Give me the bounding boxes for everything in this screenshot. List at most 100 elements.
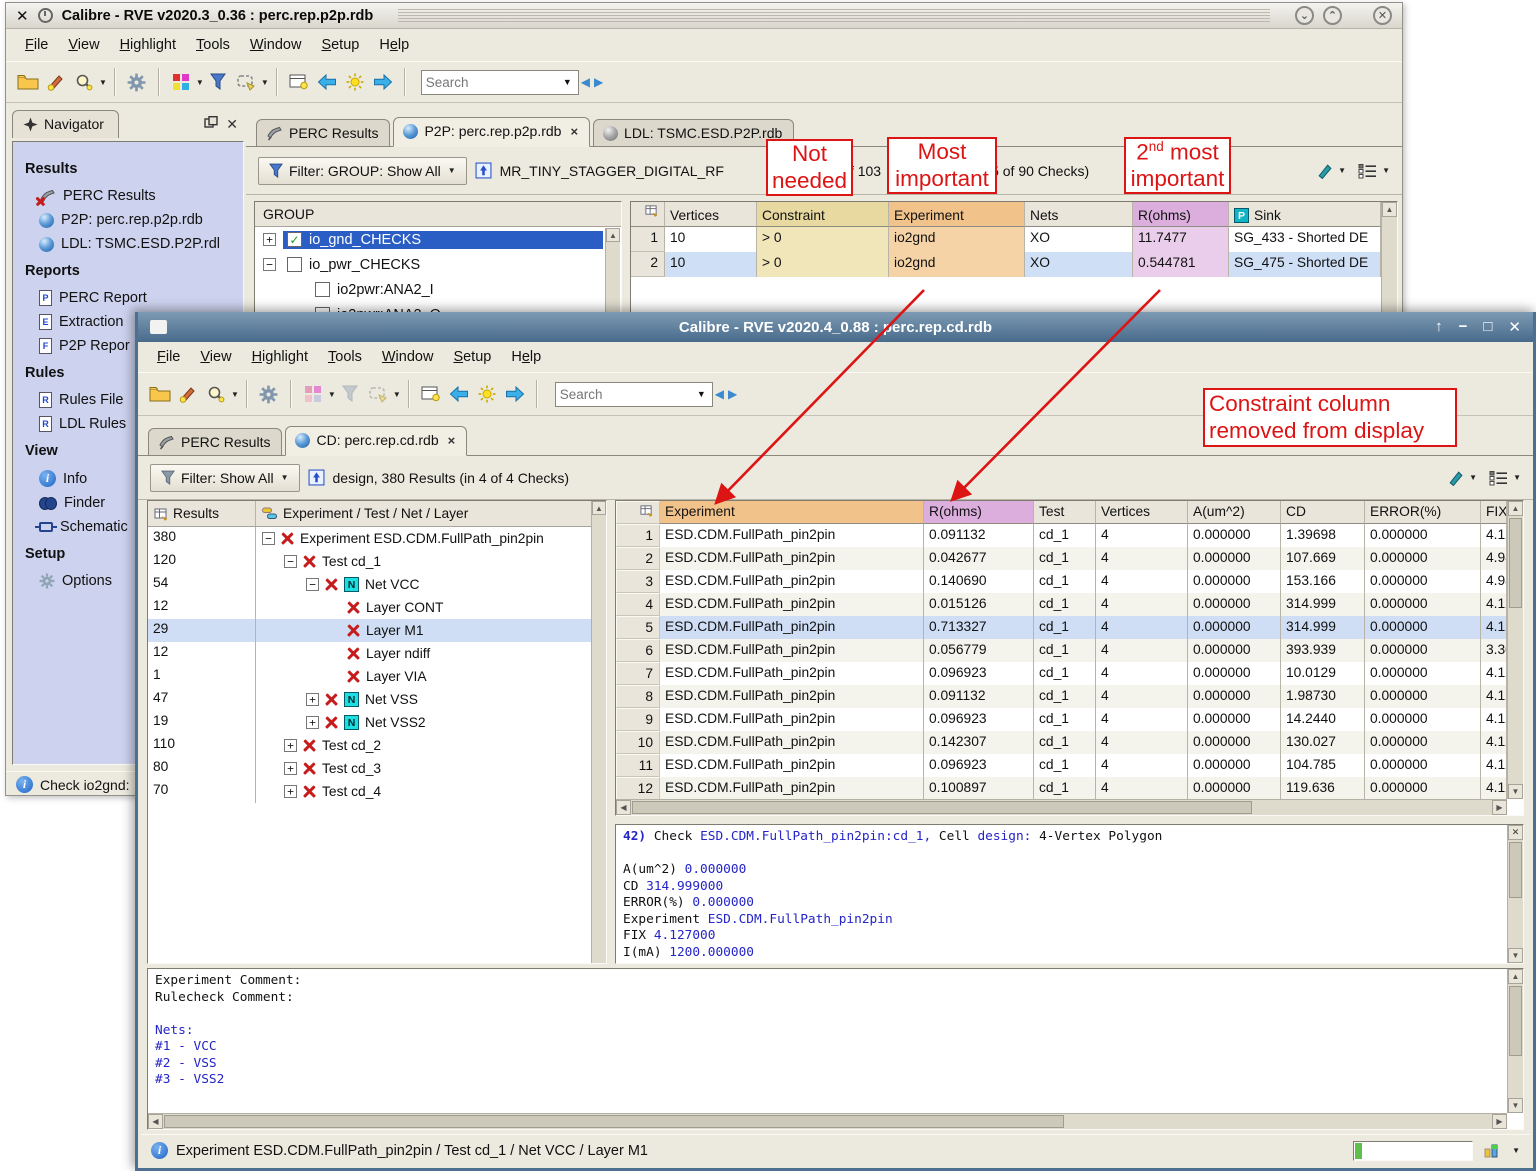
nav-item-p2p-perc-rep-p2p-rdb[interactable]: P2P: perc.rep.p2p.rdb xyxy=(23,208,239,232)
tree-row-layer-m1[interactable]: 29Layer M1 xyxy=(148,619,606,642)
group-row-io-pwr-checks[interactable]: −io_pwr_CHECKS xyxy=(255,252,621,277)
view-options-icon[interactable] xyxy=(1489,470,1508,486)
fg-table-row[interactable]: 12ESD.CDM.FullPath_pin2pin0.100897cd_140… xyxy=(616,777,1507,799)
navigator-tab[interactable]: Navigator xyxy=(12,110,119,138)
fg-table-row[interactable]: 4ESD.CDM.FullPath_pin2pin0.015126cd_140.… xyxy=(616,593,1507,616)
bg-col-vertices[interactable]: Vertices xyxy=(665,202,757,227)
nav-item-ldl-tsmc-esd-p2p-rdl[interactable]: LDL: TSMC.ESD.P2P.rdl xyxy=(23,232,239,256)
open-button[interactable] xyxy=(14,68,42,96)
detail-close-icon[interactable]: ✕ xyxy=(1508,825,1523,840)
zoom-button[interactable] xyxy=(202,380,230,408)
highlight-dropdown-icon[interactable]: ▼ xyxy=(1469,473,1477,482)
window-menu-icon[interactable] xyxy=(150,320,167,334)
expander-icon[interactable]: + xyxy=(284,762,297,775)
tree-row-experiment-esd-cdm-fullpath-pin2pin[interactable]: 380−Experiment ESD.CDM.FullPath_pin2pin xyxy=(148,527,606,550)
next-result-button[interactable] xyxy=(501,380,529,408)
fg-table-row[interactable]: 6ESD.CDM.FullPath_pin2pin0.056779cd_140.… xyxy=(616,639,1507,662)
highlight-button[interactable] xyxy=(42,68,70,96)
palette-dropdown-icon[interactable]: ▼ xyxy=(196,78,204,87)
expander-icon[interactable]: + xyxy=(263,233,276,246)
menu-file[interactable]: File xyxy=(16,34,57,56)
detail-scrollbar[interactable]: ✕ ▼ xyxy=(1507,825,1523,963)
filter-tool-button[interactable] xyxy=(336,380,364,408)
close-button[interactable]: ✕ xyxy=(1373,6,1392,25)
tree-row-test-cd-1[interactable]: 120−Test cd_1 xyxy=(148,550,606,573)
bg-titlebar[interactable]: ✕ Calibre - RVE v2020.3_0.36 : perc.rep.… xyxy=(6,3,1402,29)
menu-help[interactable]: Help xyxy=(370,34,418,56)
menu-window[interactable]: Window xyxy=(373,346,443,368)
fg-table-row[interactable]: 11ESD.CDM.FullPath_pin2pin0.096923cd_140… xyxy=(616,754,1507,777)
prev-result-button[interactable] xyxy=(445,380,473,408)
group-column-header[interactable]: GROUP xyxy=(255,202,621,227)
highlight-button[interactable] xyxy=(174,380,202,408)
options-button[interactable] xyxy=(255,380,283,408)
tree-row-net-vcc[interactable]: 54−NNet VCC xyxy=(148,573,606,596)
bg-col-sink[interactable]: PSink xyxy=(1229,202,1381,227)
shade-down-button[interactable]: ⌄ xyxy=(1295,6,1314,25)
highlight-dropdown-icon[interactable]: ▼ xyxy=(1338,166,1346,175)
fg-table-row[interactable]: 5ESD.CDM.FullPath_pin2pin0.713327cd_140.… xyxy=(616,616,1507,639)
palette-dropdown-icon[interactable]: ▼ xyxy=(328,390,336,399)
tree-results-header[interactable]: Results xyxy=(148,501,256,526)
fg-col-vertices[interactable]: Vertices xyxy=(1096,501,1188,524)
bg-search-input[interactable] xyxy=(426,75,561,90)
prev-result-button[interactable] xyxy=(313,68,341,96)
menu-highlight[interactable]: Highlight xyxy=(243,346,317,368)
highlight-results-icon[interactable] xyxy=(1316,162,1333,179)
close-button[interactable]: ✕ xyxy=(1508,318,1521,336)
lasso-select-button[interactable] xyxy=(232,68,260,96)
tree-row-layer-cont[interactable]: 12Layer CONT xyxy=(148,596,606,619)
comment-hscrollbar[interactable]: ◀ ▶ xyxy=(148,1113,1507,1129)
checkbox[interactable] xyxy=(287,257,302,272)
shade-up-button[interactable]: ⌃ xyxy=(1323,6,1342,25)
bg-col-experiment[interactable]: Experiment xyxy=(889,202,1025,227)
view-dropdown-icon[interactable]: ▼ xyxy=(1513,473,1521,482)
show-window-button[interactable] xyxy=(417,380,445,408)
expander-icon[interactable]: − xyxy=(306,578,319,591)
tree-row-test-cd-2[interactable]: 110+Test cd_2 xyxy=(148,734,606,757)
tab-p2p-perc-rep-p2p-rdb[interactable]: P2P: perc.rep.p2p.rdb× xyxy=(393,117,590,147)
zoom-dropdown-icon[interactable]: ▼ xyxy=(99,78,107,87)
search-prev-icon[interactable]: ◀ xyxy=(713,387,726,401)
tree-row-test-cd-4[interactable]: 70+Test cd_4 xyxy=(148,780,606,803)
tab-perc-results[interactable]: PERC Results xyxy=(256,119,390,146)
checkbox[interactable] xyxy=(315,282,330,297)
bg-table-row[interactable]: 110> 0io2gndXO11.7477SG_433 - Shorted DE xyxy=(631,227,1381,252)
fg-col-a-um-2[interactable]: A(um^2) xyxy=(1188,501,1281,524)
show-window-button[interactable] xyxy=(285,68,313,96)
search-prev-icon[interactable]: ◀ xyxy=(579,75,592,89)
zoom-dropdown-icon[interactable]: ▼ xyxy=(231,390,239,399)
fg-col-r-ohms[interactable]: R(ohms) xyxy=(924,501,1034,524)
highlight-results-icon[interactable] xyxy=(1447,469,1464,486)
color-palette-button[interactable] xyxy=(299,380,327,408)
fg-table-vscrollbar[interactable]: ▲ ▼ xyxy=(1507,501,1523,799)
tree-row-net-vss2[interactable]: 19+NNet VSS2 xyxy=(148,711,606,734)
menu-view[interactable]: View xyxy=(59,34,108,56)
fg-table-row[interactable]: 10ESD.CDM.FullPath_pin2pin0.142307cd_140… xyxy=(616,731,1507,754)
memory-dropdown-icon[interactable]: ▼ xyxy=(1512,1146,1520,1155)
fg-col-experiment[interactable]: Experiment xyxy=(660,501,924,524)
menu-help[interactable]: Help xyxy=(502,346,550,368)
fg-filter-button[interactable]: Filter: Show All ▼ xyxy=(150,464,300,492)
view-dropdown-icon[interactable]: ▼ xyxy=(1382,166,1390,175)
close-panel-icon[interactable]: ✕ xyxy=(226,116,238,133)
fg-table-row[interactable]: 1ESD.CDM.FullPath_pin2pin0.091132cd_140.… xyxy=(616,524,1507,547)
tree-scrollbar[interactable]: ▲ xyxy=(591,501,606,963)
search-next-icon[interactable]: ▶ xyxy=(726,387,739,401)
nav-item-perc-results[interactable]: PERC Results xyxy=(23,184,239,208)
expander-icon[interactable]: + xyxy=(284,739,297,752)
bg-col-nets[interactable]: Nets xyxy=(1025,202,1133,227)
fg-table-row[interactable]: 2ESD.CDM.FullPath_pin2pin0.042677cd_140.… xyxy=(616,547,1507,570)
fg-table-hscrollbar[interactable]: ◀ ▶ xyxy=(616,799,1507,815)
tree-row-net-vss[interactable]: 47+NNet VSS xyxy=(148,688,606,711)
menu-highlight[interactable]: Highlight xyxy=(111,34,185,56)
shade-button[interactable]: ↑ xyxy=(1435,318,1443,336)
nav-item-perc-report[interactable]: PPERC Report xyxy=(23,286,239,310)
tree-row-test-cd-3[interactable]: 80+Test cd_3 xyxy=(148,757,606,780)
tree-row-layer-via[interactable]: 1Layer VIA xyxy=(148,665,606,688)
fg-col-test[interactable]: Test xyxy=(1034,501,1096,524)
view-options-icon[interactable] xyxy=(1358,163,1377,179)
fg-col-cd[interactable]: CD xyxy=(1281,501,1365,524)
tree-row-layer-ndiff[interactable]: 12Layer ndiff xyxy=(148,642,606,665)
next-result-button[interactable] xyxy=(369,68,397,96)
